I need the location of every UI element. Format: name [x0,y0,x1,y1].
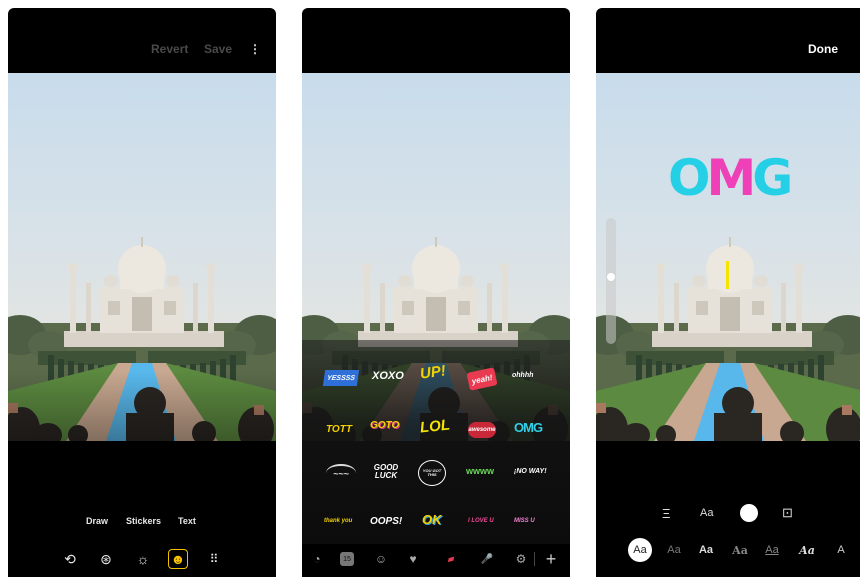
sticker-i-love-u[interactable]: I LOVE U [468,518,494,524]
emoji-icon[interactable]: ☺ [372,550,390,568]
sticker-category-bar: ◔ 15 ☺ ♥ ▰ 🎤 ⚙ + [302,546,570,572]
font-option-2[interactable]: Aa [664,538,684,562]
sticker-yesss[interactable]: YESSSS [322,370,360,386]
sticker-awesome[interactable]: awesome [468,422,496,438]
save-button[interactable]: Save [204,42,232,56]
heart-icon[interactable]: ♥ [404,550,422,568]
tab-stickers[interactable]: Stickers [126,516,161,526]
sticker-ohhhh[interactable]: ohhhh [512,372,533,379]
tab-text[interactable]: Text [178,516,196,526]
revert-button[interactable]: Revert [151,42,188,56]
sticker-wavy-line[interactable]: wwww [466,466,494,476]
top-bar: Revert Save ⋮ [8,8,276,73]
text-cursor [726,261,729,289]
align-icon[interactable]: Ξ [662,506,670,521]
sticker-up[interactable]: UP! [419,362,447,382]
sticker-no-way[interactable]: ¡NO WAY! [514,468,547,475]
slider-knob[interactable] [607,273,615,281]
text-sticker-icon[interactable]: ▰ [440,548,462,570]
more-options-icon[interactable]: ⋮ [249,42,261,56]
top-bar: Done [596,8,860,73]
overlay-letter-o: O [668,149,710,207]
filters-icon[interactable]: ⊛ [96,549,116,569]
font-option-4[interactable]: Aa [730,538,750,562]
recent-icon[interactable]: ◔ [308,550,326,568]
settings-icon[interactable]: ⚙ [512,550,530,568]
sticker-tott[interactable]: TOTT [326,424,352,435]
sticker-goto[interactable]: GOTO [370,420,399,431]
text-editing-screen: Done OMG Ξ Aa ⊡ Aa Aa Aa Aa Aa Aa A [596,8,860,577]
calendar-icon[interactable]: 15 [340,552,354,566]
font-option-6[interactable]: Aa [796,538,818,562]
sticker-yeah[interactable]: yeah! [466,367,498,391]
sticker-ok-hand[interactable]: OK [422,512,442,527]
crop-rotate-icon[interactable]: ⟲ [60,549,80,569]
more-tools-icon[interactable]: ⠿ [204,549,224,569]
font-option-1[interactable]: Aa [628,538,652,562]
overlay-letter-m: M [706,149,757,207]
sticker-oops[interactable]: OOPS! [370,516,402,527]
text-background-icon[interactable]: ⊡ [782,505,793,521]
photo-canvas[interactable] [8,73,276,441]
taj-mahal-photo [596,237,860,441]
text-size-slider[interactable] [606,218,616,344]
sticker-swoosh[interactable]: ~~~ [326,464,356,482]
font-option-3[interactable]: Aa [696,538,716,562]
font-option-5[interactable]: Aa [762,538,782,562]
text-color-swatch[interactable] [740,504,758,522]
font-picker: Aa Aa Aa Aa Aa Aa A [596,538,860,564]
photo-editor-screen: Revert Save ⋮ Draw Stickers Text ⟲ ⊛ ☼ ☻… [8,8,276,577]
sticker-miss-u[interactable]: MISS U [514,518,535,524]
add-icon[interactable]: + [542,549,560,569]
text-style-bar: Ξ Aa ⊡ [596,504,860,526]
tool-bar: ⟲ ⊛ ☼ ☻ ⠿ [8,549,276,571]
adjust-brightness-icon[interactable]: ☼ [133,549,153,569]
font-size-button[interactable]: Aa [700,507,713,519]
omg-text-overlay[interactable]: OMG [668,153,793,203]
sticker-picker-screen: YESSSS XOXO UP! yeah! ohhhh TOTT GOTO LO… [302,8,570,577]
sticker-you-got-this[interactable]: YOU GOT THIS [418,460,446,486]
done-button[interactable]: Done [808,42,838,56]
edit-mode-tabs: Draw Stickers Text [8,516,276,532]
microphone-icon[interactable]: 🎤 [478,550,496,568]
sticker-lol[interactable]: LOL [419,416,451,436]
sticker-tray: YESSSS XOXO UP! yeah! ohhhh TOTT GOTO LO… [302,340,570,544]
overlay-letter-g: G [752,149,793,207]
screenshots-stage: Revert Save ⋮ Draw Stickers Text ⟲ ⊛ ☼ ☻… [0,0,860,577]
sticker-omg[interactable]: OMG [514,420,543,435]
sticker-good-luck[interactable]: GOOD LUCK [372,464,400,480]
photo-canvas[interactable] [596,73,860,441]
tray-divider [534,552,535,566]
sticker-xoxo[interactable]: XOXO [372,370,404,382]
markup-sticker-icon[interactable]: ☻ [168,549,188,569]
sticker-thank-you[interactable]: thank you [324,518,352,524]
font-option-7[interactable]: A [834,538,848,562]
tab-draw[interactable]: Draw [86,516,108,526]
